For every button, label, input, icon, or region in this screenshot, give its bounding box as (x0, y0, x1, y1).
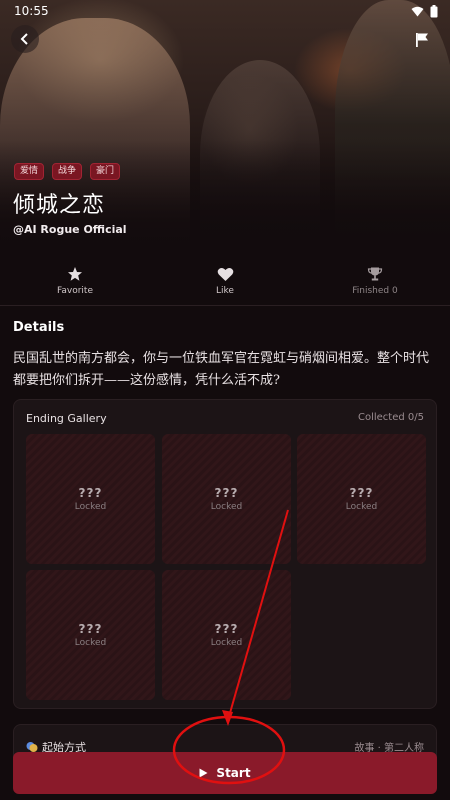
finished-indicator: Finished 0 (300, 258, 450, 304)
play-icon (199, 768, 208, 778)
gallery-title: Ending Gallery (26, 412, 107, 425)
star-icon (68, 267, 82, 281)
ending-card-locked[interactable]: ??? Locked (162, 570, 291, 700)
tag[interactable]: 豪门 (90, 163, 121, 180)
like-button[interactable]: Like (150, 258, 300, 304)
card-status: Locked (210, 638, 243, 648)
back-button[interactable] (11, 25, 39, 53)
story-title: 倾城之恋 (13, 193, 106, 218)
card-title: ??? (349, 486, 374, 500)
details-heading: Details (13, 320, 65, 335)
heart-icon (217, 267, 233, 281)
card-title: ??? (214, 622, 239, 636)
ending-card-locked[interactable]: ??? Locked (26, 570, 155, 700)
card-title: ??? (214, 486, 239, 500)
details-description: 民国乱世的南方都会，你与一位铁血军官在霓虹与硝烟间相爱。整个时代都要把你们拆开—… (13, 351, 430, 388)
tag[interactable]: 战争 (52, 163, 83, 180)
start-button[interactable]: Start (13, 752, 437, 794)
status-icons (411, 4, 438, 18)
status-bar: 10:55 (0, 0, 450, 22)
divider (0, 305, 450, 306)
battery-icon (430, 4, 438, 17)
author-name[interactable]: @AI Rogue Official (13, 223, 127, 236)
card-status: Locked (74, 502, 107, 512)
start-button-label: Start (216, 766, 251, 780)
favorite-label: Favorite (57, 286, 93, 296)
favorite-button[interactable]: Favorite (0, 258, 150, 304)
ending-card-locked[interactable]: ??? Locked (26, 434, 155, 564)
status-time: 10:55 (14, 4, 49, 18)
report-button[interactable] (412, 30, 432, 50)
flag-icon (416, 33, 428, 47)
finished-label: Finished 0 (352, 286, 398, 296)
ending-card-locked[interactable]: ??? Locked (297, 434, 426, 564)
card-status: Locked (74, 638, 107, 648)
action-row: Favorite Like Finished 0 (0, 258, 450, 304)
tag-list: 爱情 战争 豪门 (14, 163, 121, 180)
ending-card-locked[interactable]: ??? Locked (162, 434, 291, 564)
wifi-icon (411, 6, 424, 16)
chevron-left-icon (20, 33, 28, 45)
gallery-collected-count: Collected 0/5 (357, 412, 424, 423)
card-status: Locked (345, 502, 378, 512)
card-title: ??? (78, 622, 103, 636)
tag[interactable]: 爱情 (14, 163, 45, 180)
trophy-icon (367, 267, 383, 281)
card-status: Locked (210, 502, 243, 512)
ending-gallery: Ending Gallery Collected 0/5 ??? Locked … (13, 399, 437, 709)
like-label: Like (216, 285, 234, 296)
card-title: ??? (78, 486, 103, 500)
